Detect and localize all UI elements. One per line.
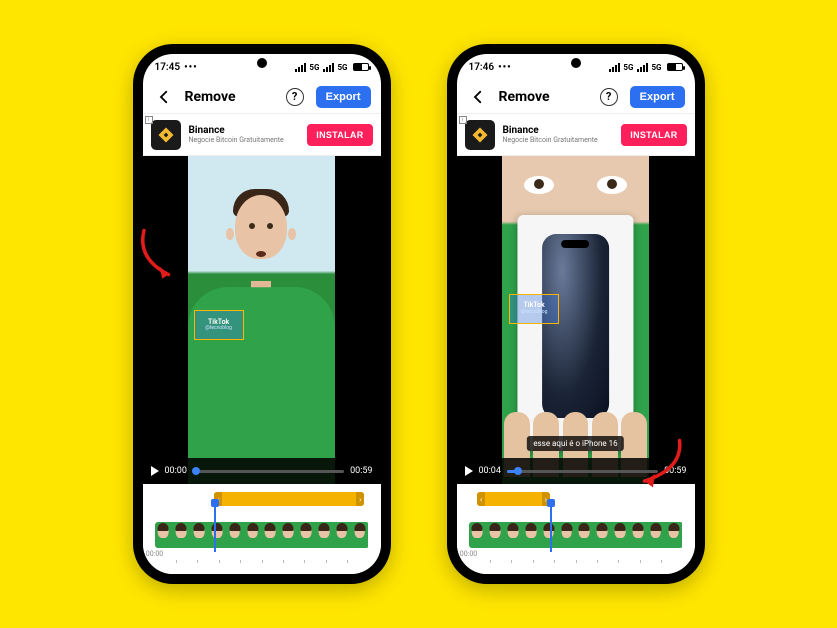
signal-bars-icon — [637, 63, 648, 72]
help-button[interactable]: ? — [284, 86, 306, 108]
phone-mock-right: 17:46 ••• 5G 5G Remove ? — [447, 44, 705, 584]
timeline-selection[interactable]: ‹ › — [477, 492, 550, 506]
camera-punch — [571, 58, 581, 68]
back-button[interactable] — [467, 86, 489, 108]
app-header: Remove ? Export — [143, 80, 381, 114]
ad-info-icon: i — [459, 116, 467, 124]
video-progress-bar[interactable]: 00:04 00:59 — [457, 458, 695, 484]
signal-bars-icon — [609, 63, 620, 72]
timeline-playhead[interactable] — [214, 502, 216, 552]
ad-logo — [465, 120, 495, 150]
page-title: Remove — [185, 89, 274, 105]
progress-knob[interactable] — [514, 467, 522, 475]
back-button[interactable] — [153, 86, 175, 108]
status-more-icon: ••• — [184, 62, 198, 73]
timeline-thumbnails[interactable] — [155, 522, 369, 548]
selection-handle-right[interactable]: › — [356, 492, 364, 506]
timeline-panel: ‹ › 00:00 — [143, 484, 381, 574]
watermark-handle: @tecnoblog — [205, 326, 232, 332]
help-button[interactable]: ? — [598, 86, 620, 108]
selection-handle-left[interactable]: ‹ — [477, 492, 485, 506]
video-preview[interactable]: TikTok @tecnoblog 00:00 00:59 — [143, 156, 381, 484]
status-time: 17:46 — [469, 62, 495, 73]
status-net: 5G — [623, 63, 633, 72]
video-caption: esse aqui é o iPhone 16 — [527, 436, 623, 451]
status-net2: 5G — [651, 63, 661, 72]
ad-banner[interactable]: i Binance Negocie Bitcoin Gratuitamente … — [143, 114, 381, 156]
progress-total: 00:59 — [350, 466, 372, 476]
ad-subtitle: Negocie Bitcoin Gratuitamente — [503, 136, 614, 144]
battery-icon — [353, 63, 369, 71]
tick-label: 00:00 — [460, 550, 477, 558]
progress-knob[interactable] — [192, 467, 200, 475]
video-progress-bar[interactable]: 00:00 00:59 — [143, 458, 381, 484]
status-net: 5G — [309, 63, 319, 72]
ad-install-button[interactable]: INSTALAR — [307, 124, 372, 146]
timeline-selection[interactable]: ‹ › — [214, 492, 364, 506]
watermark-selection-box[interactable]: TikTok @tecnoblog — [194, 310, 244, 340]
signal-bars-icon — [323, 63, 334, 72]
status-time: 17:45 — [155, 62, 181, 73]
watermark-selection-box[interactable]: TikTok @tecnoblog — [509, 294, 559, 324]
watermark-handle: @tecnoblog — [521, 310, 548, 316]
timeline-panel: ‹ › 00:00 — [457, 484, 695, 574]
ad-banner[interactable]: i Binance Negocie Bitcoin Gratuitamente … — [457, 114, 695, 156]
ad-logo — [151, 120, 181, 150]
battery-icon — [667, 63, 683, 71]
tick-label: 00:00 — [146, 550, 163, 558]
ad-title: Binance — [189, 125, 300, 136]
video-preview[interactable]: TikTok @tecnoblog esse aqui é o iPhone 1… — [457, 156, 695, 484]
export-button[interactable]: Export — [316, 86, 371, 108]
status-more-icon: ••• — [498, 62, 512, 73]
progress-total: 00:59 — [664, 466, 686, 476]
timeline-ticks: 00:00 — [155, 550, 369, 564]
page-title: Remove — [499, 89, 588, 105]
camera-punch — [257, 58, 267, 68]
timeline-ticks: 00:00 — [469, 550, 683, 564]
play-icon[interactable] — [465, 466, 473, 476]
help-icon: ? — [286, 88, 304, 106]
help-icon: ? — [600, 88, 618, 106]
status-net2: 5G — [337, 63, 347, 72]
ad-install-button[interactable]: INSTALAR — [621, 124, 686, 146]
export-button[interactable]: Export — [630, 86, 685, 108]
progress-track[interactable] — [193, 470, 344, 473]
timeline-thumbnails[interactable] — [469, 522, 683, 548]
play-icon[interactable] — [151, 466, 159, 476]
app-header: Remove ? Export — [457, 80, 695, 114]
progress-current: 00:04 — [479, 466, 501, 476]
timeline-playhead[interactable] — [550, 502, 552, 552]
progress-current: 00:00 — [165, 466, 187, 476]
ad-subtitle: Negocie Bitcoin Gratuitamente — [189, 136, 300, 144]
signal-bars-icon — [295, 63, 306, 72]
phone-mock-left: 17:45 ••• 5G 5G Remove ? — [133, 44, 391, 584]
ad-title: Binance — [503, 125, 614, 136]
ad-info-icon: i — [145, 116, 153, 124]
progress-track[interactable] — [507, 470, 658, 473]
